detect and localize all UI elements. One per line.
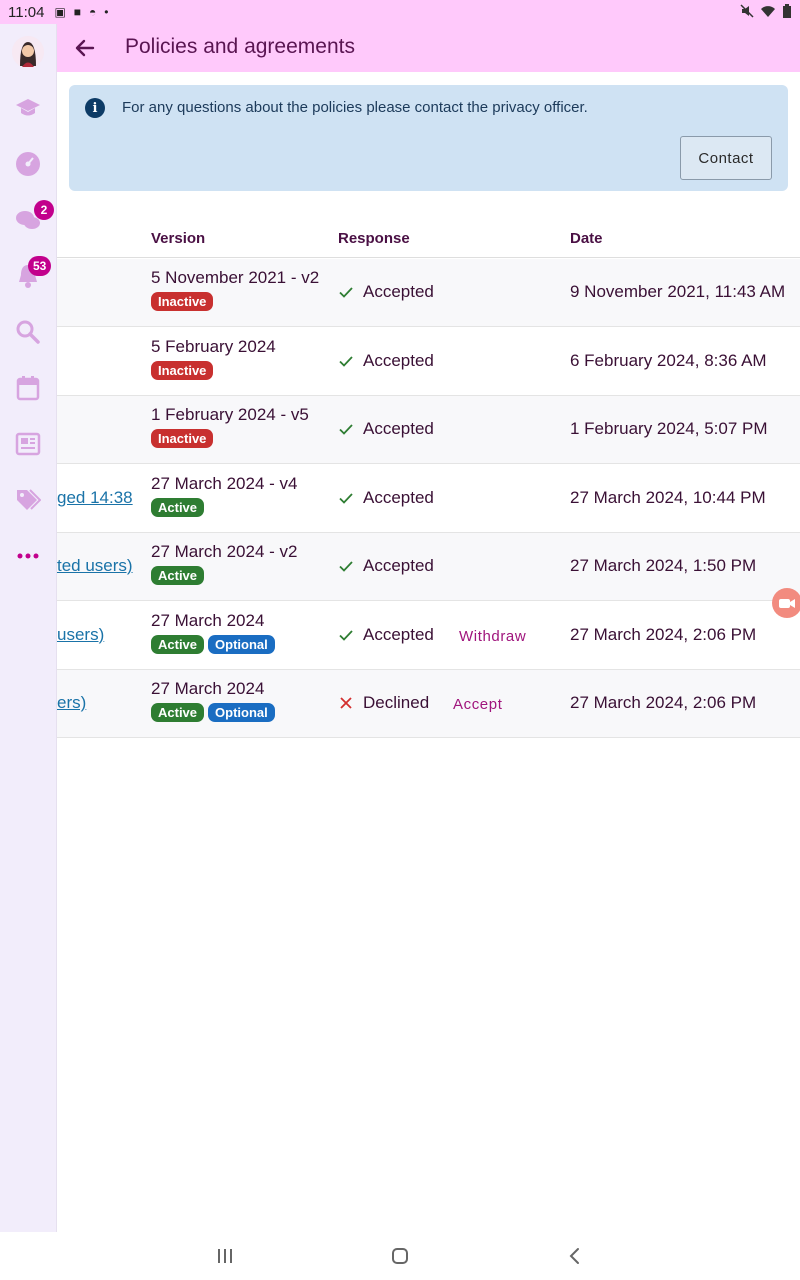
table-row: ers) 27 March 2024 Active Optional Declined A… <box>57 670 800 738</box>
response-text: Accepted <box>363 556 434 575</box>
column-header-response: Response <box>338 230 410 247</box>
policy-name-link[interactable]: ged 14:38 <box>57 488 133 508</box>
response-date: 9 November 2021, 11:43 AM <box>570 282 786 301</box>
status-badge: Inactive <box>151 429 214 448</box>
response-cell: Accepted <box>338 351 434 371</box>
graduation-cap-icon[interactable] <box>14 94 42 122</box>
policy-version: 27 March 2024 - v4 <box>151 473 298 493</box>
accept-button[interactable]: Accept <box>453 696 502 713</box>
response-text: Accepted <box>363 282 434 301</box>
tags-icon[interactable] <box>14 486 42 514</box>
response-text: Accepted <box>363 624 434 644</box>
image-icon: ▣ <box>54 5 66 19</box>
recents-icon[interactable] <box>215 1246 235 1266</box>
response-date: 1 February 2024, 5:07 PM <box>570 419 768 438</box>
status-time: 11:04 <box>8 3 45 21</box>
wifi-icon <box>760 4 776 21</box>
table-row: 5 February 2024 Inactive Accepted 6 Februar… <box>57 328 800 396</box>
response-cell: Declined <box>338 693 429 713</box>
policy-version: 27 March 2024 <box>151 610 265 630</box>
response-cell: Accepted <box>338 488 434 508</box>
response-date: 27 March 2024, 2:06 PM <box>570 693 757 712</box>
policy-version: 1 February 2024 - v5 <box>151 405 309 424</box>
incognito-icon: ◓ <box>89 5 97 19</box>
status-badge: Inactive <box>151 360 214 380</box>
dot-icon: • <box>104 5 109 19</box>
close-icon <box>338 695 363 711</box>
mute-icon <box>740 3 754 21</box>
calendar-icon[interactable] <box>14 374 42 402</box>
check-icon <box>338 558 363 574</box>
battery-icon <box>782 3 792 21</box>
search-icon[interactable] <box>14 318 42 346</box>
status-badge: Active <box>151 566 205 585</box>
status-bar: 11:04 ▣ ■ ◓ • <box>0 0 800 24</box>
avatar[interactable] <box>12 36 44 68</box>
back-arrow-icon[interactable] <box>73 36 97 60</box>
response-date: 27 March 2024, 10:44 PM <box>570 487 766 507</box>
response-text: Accepted <box>363 350 434 370</box>
status-badge: Active <box>151 634 205 654</box>
response-date: 27 March 2024, 1:50 PM <box>570 556 757 575</box>
response-date: 27 March 2024, 2:06 PM <box>570 624 757 644</box>
table-row: 5 November 2021 - v2 Inactive Accepted 9 No… <box>57 259 800 327</box>
home-icon[interactable] <box>390 1246 410 1266</box>
response-date: 6 February 2024, 8:36 AM <box>570 350 767 370</box>
status-badge: Inactive <box>151 292 214 311</box>
table-row: users) 27 March 2024 Active Optional Accepte… <box>57 602 800 670</box>
check-icon <box>338 627 363 643</box>
response-text: Accepted <box>363 419 434 438</box>
table-row: 1 February 2024 - v5 Inactive Accepted 1 Fe… <box>57 396 800 464</box>
optional-badge: Optional <box>208 703 275 722</box>
screen-recorder-icon[interactable] <box>772 588 800 618</box>
banner-message: For any questions about the policies ple… <box>122 99 588 116</box>
newspaper-icon[interactable] <box>14 430 42 458</box>
dashboard-icon[interactable] <box>14 150 42 178</box>
info-icon: i <box>85 98 105 118</box>
column-header-version: Version <box>151 230 206 247</box>
check-icon <box>338 490 363 506</box>
withdraw-button[interactable]: Withdraw <box>459 628 526 645</box>
policy-name-link[interactable]: ted users) <box>57 556 133 576</box>
back-icon[interactable] <box>565 1246 585 1266</box>
table-row: ged 14:38 27 March 2024 - v4 Active Accepte… <box>57 465 800 533</box>
page-title: Policies and agreements <box>125 35 355 58</box>
info-banner: i For any questions about the policies p… <box>69 85 788 191</box>
column-header-date: Date <box>570 230 603 247</box>
status-badge: Active <box>151 703 205 722</box>
notifications-badge: 53 <box>28 256 52 276</box>
policy-version: 5 November 2021 - v2 <box>151 268 320 287</box>
policy-version: 27 March 2024 - v2 <box>151 542 298 561</box>
side-rail: 2 53 <box>0 24 57 1232</box>
policy-name-link[interactable]: users) <box>57 625 104 645</box>
optional-badge: Optional <box>208 634 275 654</box>
check-icon <box>338 284 363 300</box>
messages-badge: 2 <box>34 200 54 220</box>
response-text: Accepted <box>363 487 434 507</box>
app-header: Policies and agreements <box>57 24 800 72</box>
response-cell: Accepted <box>338 419 434 439</box>
response-text: Declined <box>363 693 430 712</box>
contact-button[interactable]: Contact <box>680 136 772 180</box>
status-badge: Active <box>151 497 205 517</box>
response-cell: Accepted <box>338 282 434 302</box>
video-icon: ■ <box>73 5 82 19</box>
table-row: ted users) 27 March 2024 - v2 Active Accept… <box>57 533 800 601</box>
more-icon[interactable] <box>14 542 42 570</box>
check-icon <box>338 421 363 437</box>
response-cell: Accepted <box>338 556 434 576</box>
policy-version: 5 February 2024 <box>151 336 276 356</box>
system-nav-bar <box>0 1232 800 1280</box>
table-header: Version Response Date <box>57 218 800 258</box>
policy-name-link[interactable]: ers) <box>57 693 86 713</box>
check-icon <box>338 353 363 369</box>
response-cell: Accepted <box>338 625 434 645</box>
policy-version: 27 March 2024 <box>151 679 265 698</box>
